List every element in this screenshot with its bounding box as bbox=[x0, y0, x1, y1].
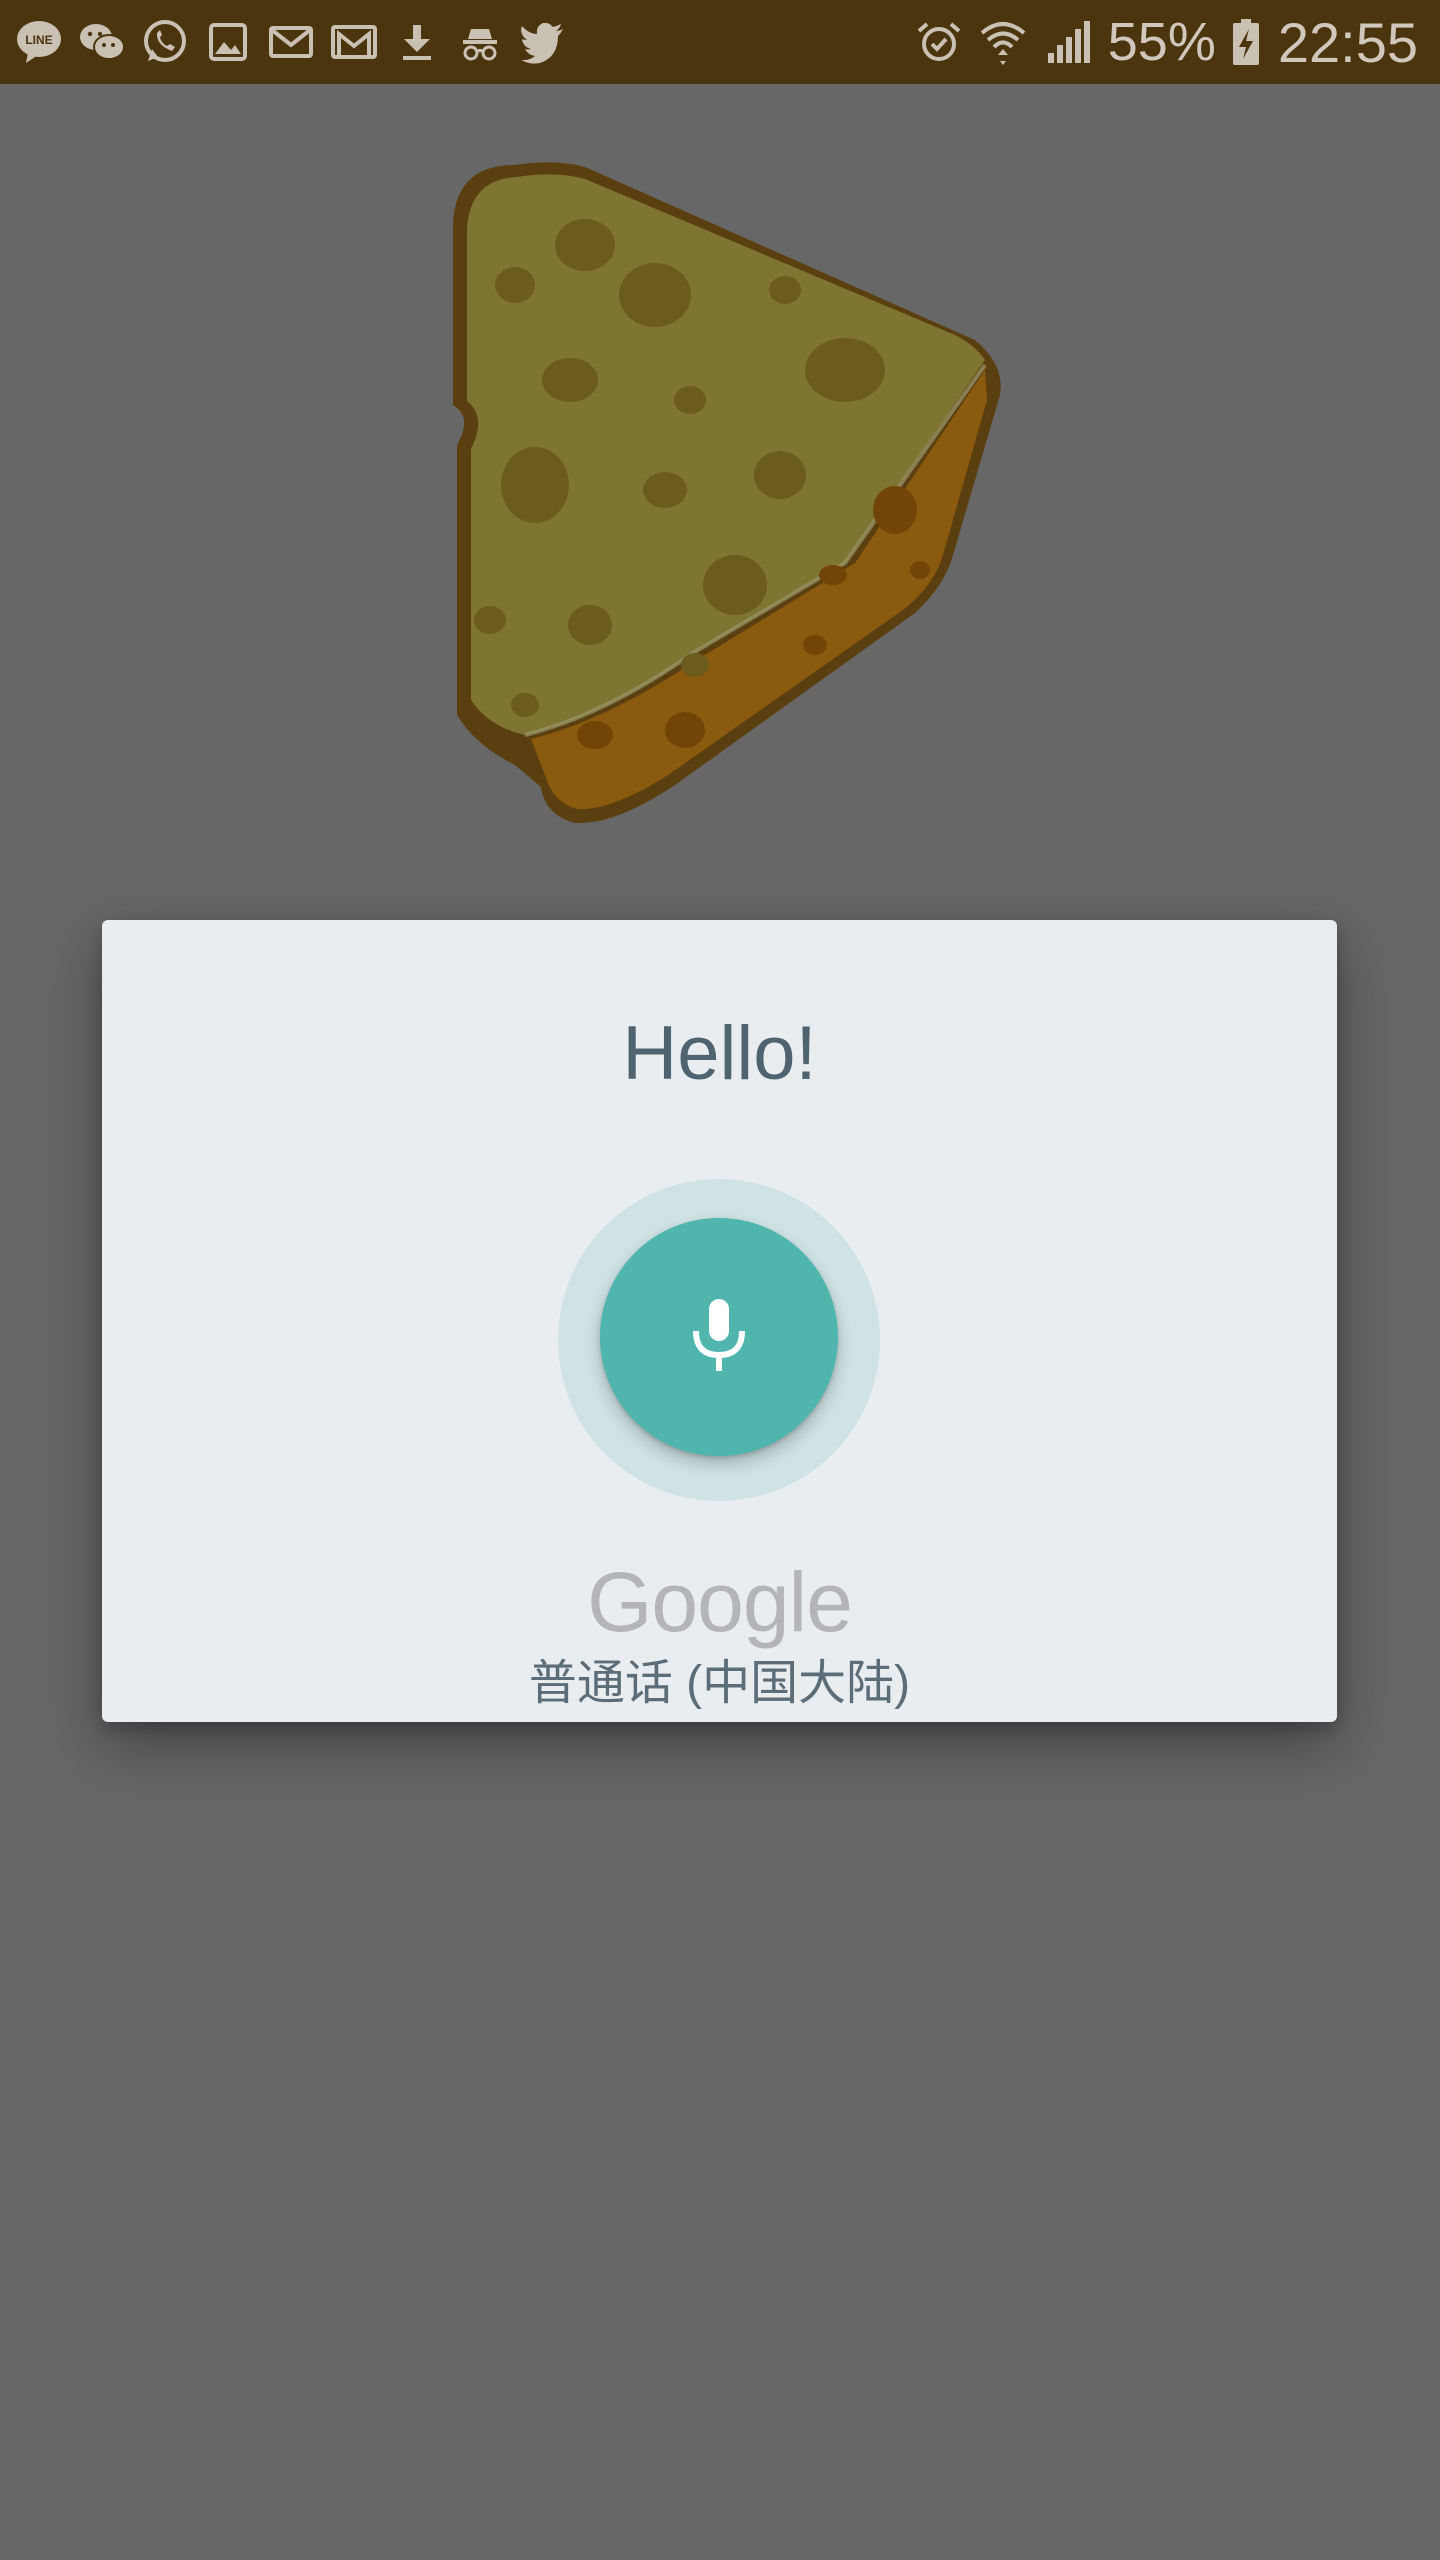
battery-percent: 55% bbox=[1107, 12, 1216, 72]
alarm-icon bbox=[914, 17, 964, 67]
google-logo: Google bbox=[587, 1555, 853, 1649]
email-icon bbox=[266, 17, 316, 67]
microphone-icon bbox=[684, 1297, 754, 1377]
status-bar: LINE 55% 22:55 bbox=[0, 0, 1440, 84]
gmail-icon bbox=[329, 17, 379, 67]
download-icon bbox=[392, 17, 442, 67]
system-status: 55% 22:55 bbox=[914, 10, 1418, 75]
incognito-icon bbox=[455, 17, 505, 67]
mic-button[interactable] bbox=[600, 1218, 838, 1456]
dialog-title: Hello! bbox=[622, 1011, 817, 1096]
signal-icon bbox=[1042, 17, 1092, 67]
cheese-logo bbox=[453, 162, 1001, 824]
wifi-icon bbox=[978, 17, 1028, 67]
battery-charging-icon bbox=[1230, 17, 1262, 67]
twitter-icon bbox=[518, 17, 568, 67]
svg-text:LINE: LINE bbox=[25, 33, 52, 47]
wechat-icon bbox=[77, 17, 127, 67]
clock: 22:55 bbox=[1277, 10, 1418, 74]
notification-icons: LINE bbox=[14, 17, 581, 67]
whatsapp-icon bbox=[140, 17, 190, 67]
line-icon: LINE bbox=[14, 17, 64, 67]
voice-search-dialog: Hello! Google 普通话 (中国大陆) bbox=[102, 920, 1337, 1722]
language-selector[interactable]: 普通话 (中国大陆) bbox=[102, 1660, 1337, 1708]
gallery-icon bbox=[203, 17, 253, 67]
